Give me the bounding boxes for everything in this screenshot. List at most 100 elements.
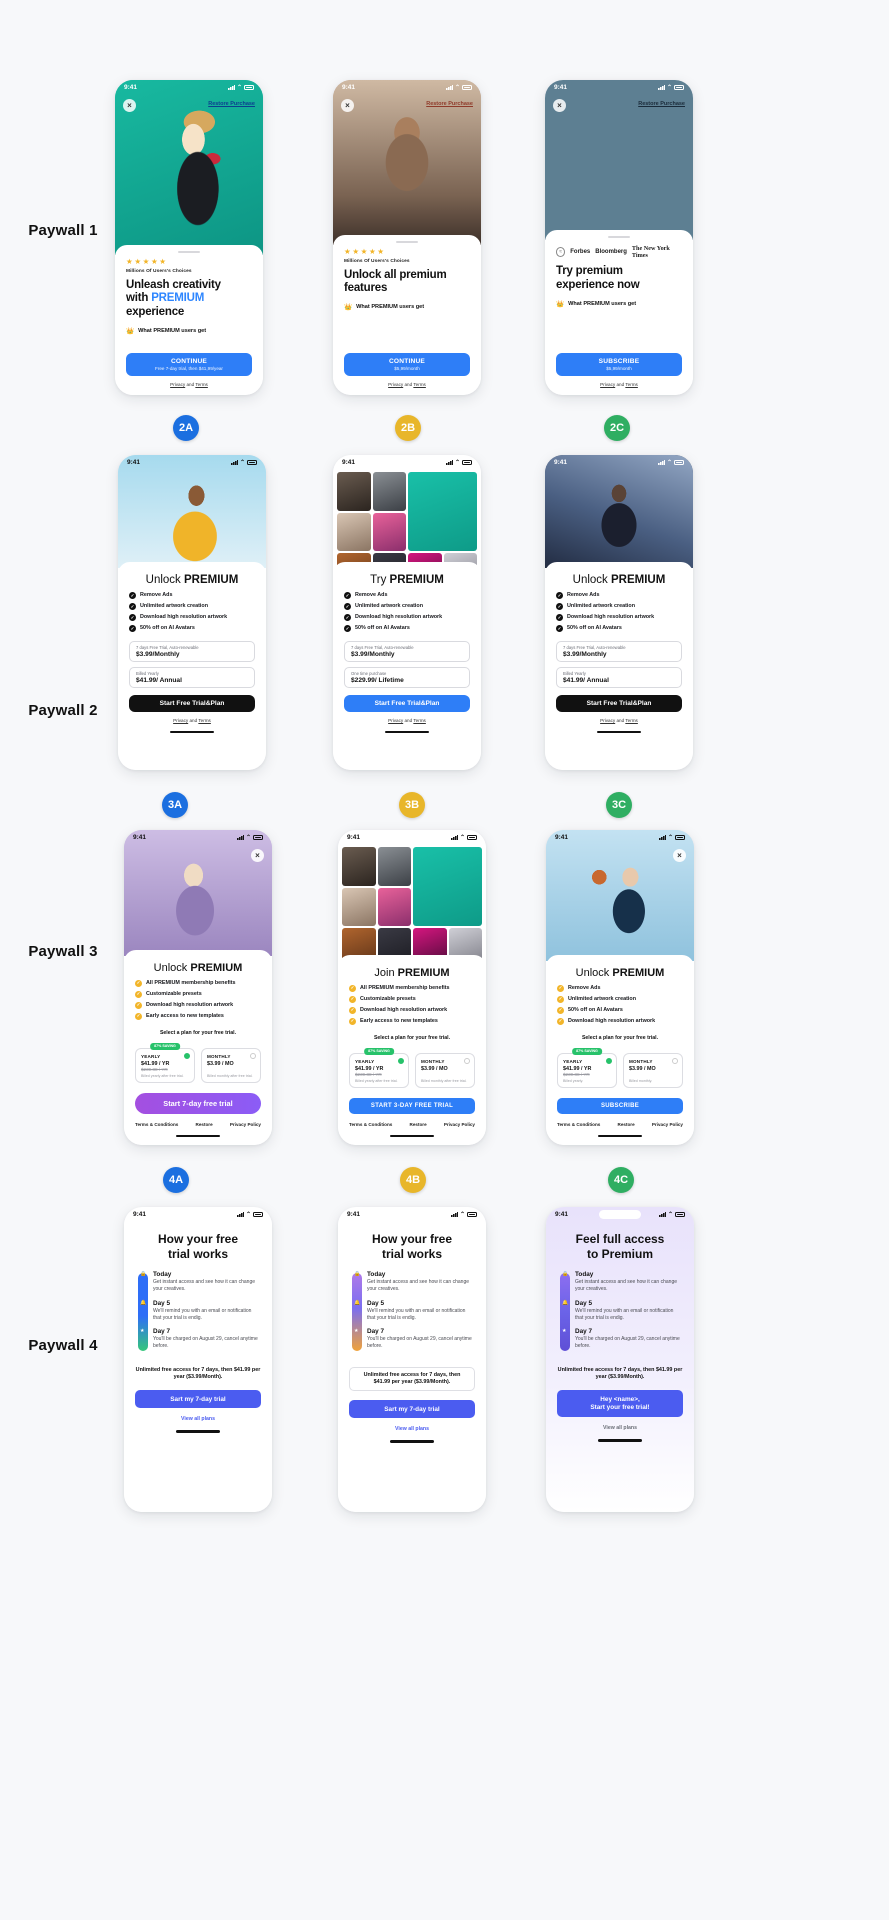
subscribe-button-1c[interactable]: SUBSCRIBE $5,99/month [556,353,682,376]
status-bar-4a: 9:41 ⌃ [124,1207,272,1220]
plan-options-3a: 87% SAVING YEARLY $41.99 / YR $239.88 / … [135,1042,261,1083]
view-all-plans-link-4a[interactable]: View all plans [135,1416,261,1422]
price-option-annual-2c[interactable]: Billed Yearly $41.99/ Annual [556,667,682,688]
footer-links-3c[interactable]: Terms & Conditions Restore Privacy Polic… [557,1122,683,1127]
phone-paywall-3a: 9:41 ⌃ × Unlock PREMIUM ✓ All PREMIUM mem… [124,830,272,1145]
grabber [178,251,200,253]
feature-item: ✓ Unlimited artwork creation [557,995,636,1003]
wifi-icon: ⌃ [236,84,242,91]
row-label-paywall-3: Paywall 3 [28,943,98,960]
footer-links-3b[interactable]: Terms & Conditions Restore Privacy Polic… [349,1122,475,1127]
row-label-paywall-4: Paywall 4 [28,1337,98,1354]
footer-links-3a[interactable]: Terms & Conditions Restore Privacy Polic… [135,1122,261,1127]
restore-purchase-link[interactable]: Restore Purchase [426,101,473,107]
check-icon: ✓ [349,984,356,992]
timeline-step: 🔒 Today Get instant access and see how i… [354,1271,470,1292]
hero-grid-3b: 9:41 ⌃ [338,830,486,961]
view-all-plans-link-4c[interactable]: View all plans [557,1425,683,1431]
close-icon[interactable]: × [123,99,136,112]
status-bar-2a: 9:41 ⌃ [118,455,266,468]
plan-radio-icon [464,1057,470,1064]
feature-item: ✓ Early access to new templates [135,1012,224,1020]
close-icon[interactable]: × [553,99,566,112]
start-trial-button-4b[interactable]: Sart my 7-day trial [349,1400,475,1419]
bell-icon: 🔔 [354,1299,361,1306]
price-option-lifetime-2b[interactable]: One time purchase $229.99/ Lifetime [344,667,470,688]
premium-benefits-row[interactable]: 👑 What PREMIUM users get [126,327,252,335]
headline-1c: Try premium experience now [556,265,640,291]
check-icon: ✓ [556,625,563,632]
start-trial-button-4a[interactable]: Sart my 7-day trial [135,1390,261,1409]
pricing-note-4a: Unlimited free access for 7 days, then $… [135,1366,261,1381]
plan-monthly-3c[interactable]: MONTHLY $3.99 / MO . Billed monthly. [623,1052,683,1088]
legal-links-1b[interactable]: Privacy and Terms [344,382,470,387]
plan-yearly-3a[interactable]: 87% SAVING YEARLY $41.99 / YR $239.88 / … [135,1042,195,1083]
restore-purchase-link[interactable]: Restore Purchase [208,101,255,107]
premium-benefits-row[interactable]: 👑 What PREMIUM users get [344,303,470,311]
check-icon: ✓ [344,625,351,632]
rating-stars: ★★★★★ [126,257,168,266]
continue-button-1a[interactable]: CONTINUE Free 7-day trial, then $41,99/y… [126,353,252,376]
restore-purchase-link[interactable]: Restore Purchase [638,101,685,107]
home-indicator [390,1440,434,1443]
legal-links-1a[interactable]: Privacy and Terms [126,382,252,387]
sheet-3c: Unlock PREMIUM ✓ Remove Ads ✓ Unlimited ar… [546,954,694,1145]
sheet-1c: ≈ Forbes Bloomberg The New York Times Tr… [545,230,693,395]
battery-icon [253,835,263,840]
start-trial-button-4c[interactable]: Hey <name>, Start your free trial! [557,1390,683,1418]
hero-grid-2b: 9:41 ⌃ [333,455,481,568]
wifi-icon: ⌃ [245,1211,251,1218]
phone-paywall-1b: 9:41 ⌃ × Restore Purchase ★★★★★ Millions… [333,80,481,395]
feature-item: ✓ Download high resolution artwork [349,1006,448,1014]
sheet-4c: Feel full access to Premium 🔒 Today Get … [546,1220,694,1512]
legal-links-2b[interactable]: Privacy and Terms [344,718,470,723]
headline-3a: Unlock PREMIUM [153,961,243,974]
price-option-annual-2a[interactable]: Billed Yearly $41.99/ Annual [129,667,255,688]
start-trial-button-3a[interactable]: Start 7-day free trial [135,1092,261,1114]
feature-item: ✓ Unlimited artwork creation [129,603,208,610]
check-icon: ✓ [556,592,563,599]
start-trial-button-3b[interactable]: START 3-DAY FREE TRIAL [349,1097,475,1114]
price-option-monthly-2b[interactable]: 7 days Free Trial, Auto-renewable $3.99/… [344,641,470,662]
subscribe-button-3c[interactable]: SUBSCRIBE [557,1097,683,1114]
price-option-monthly-2a[interactable]: 7 days Free Trial, Auto-renewable $3.99/… [129,641,255,662]
view-all-plans-link-4b[interactable]: View all plans [349,1426,475,1432]
signal-icon [450,835,458,840]
legal-links-2c[interactable]: Privacy and Terms [556,718,682,723]
plan-yearly-3b[interactable]: 87% SAVING YEARLY $41.99 / YR $239.88 / … [349,1047,409,1088]
start-trial-button-2c[interactable]: Start Free Trial&Plan [556,695,682,712]
continue-button-1b[interactable]: CONTINUE $5,99/month [344,353,470,376]
thumbnail-grid [338,843,486,961]
crown-icon: 👑 [344,304,353,312]
plan-options-3c: 87% SAVING YEARLY $41.99 / YR $239.88 / … [557,1047,683,1088]
badge-3b: 3B [399,792,425,818]
timeline-step: ★ Day 7 You'll be charged on August 29, … [140,1328,258,1349]
feature-item: ✓ Customizable presets [135,990,202,998]
wifi-icon: ⌃ [245,834,251,841]
close-icon[interactable]: × [341,99,354,112]
plan-monthly-3a[interactable]: MONTHLY $3.99 / MO . Billed monthly afte… [201,1047,261,1083]
plan-yearly-3c[interactable]: 87% SAVING YEARLY $41.99 / YR $239.88 / … [557,1047,617,1088]
close-icon[interactable]: × [673,849,686,862]
timeline-step: 🔔 Day 5 We'll remind you with an email o… [140,1299,252,1321]
start-trial-button-2b[interactable]: Start Free Trial&Plan [344,695,470,712]
feature-item: ✓ Download high resolution artwork [135,1001,234,1009]
premium-benefits-row[interactable]: 👑 What PREMIUM users get [556,300,682,308]
battery-icon [674,85,684,90]
wifi-icon: ⌃ [454,459,460,466]
plan-monthly-3b[interactable]: MONTHLY $3.99 / MO . Billed monthly afte… [415,1052,475,1088]
feature-item: ✓ Download high resolution artwork [556,614,655,621]
hero-image-2c: 9:41 ⌃ [545,455,693,568]
feature-list-2c: ✓ Remove Ads ✓ Unlimited artwork creation … [556,592,682,636]
legal-links-1c[interactable]: Privacy and Terms [556,382,682,387]
price-option-monthly-2c[interactable]: 7 days Free Trial, Auto-renewable $3.99/… [556,641,682,662]
headline-2b: Try PREMIUM [370,574,444,586]
legal-links-2a[interactable]: Privacy and Terms [129,718,255,723]
sheet-1a: ★★★★★ Millions Of Users's Choices Unleas… [115,245,263,395]
phone-paywall-4c: 9:41 ⌃ Feel full access to Premium 🔒 Tod… [546,1207,694,1512]
select-plan-note-3b: Select a plan for your free trial. [373,1034,451,1041]
start-trial-button-2a[interactable]: Start Free Trial&Plan [129,695,255,712]
close-icon[interactable]: × [251,849,264,862]
check-icon: ✓ [129,592,136,599]
phone-paywall-3c: 9:41 ⌃ × Unlock PREMIUM ✓ Remove Ads ✓ Unl… [546,830,694,1145]
